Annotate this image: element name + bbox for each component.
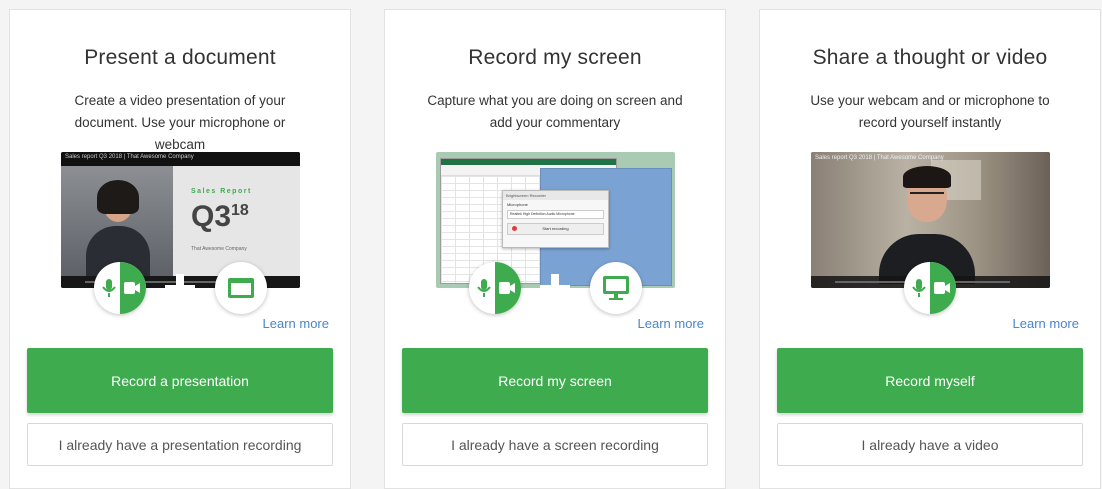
record-presentation-button[interactable]: Record a presentation bbox=[27, 348, 333, 413]
presenter-video bbox=[61, 166, 173, 276]
microphone-icon bbox=[912, 279, 926, 297]
learn-more-link[interactable]: Learn more bbox=[1013, 316, 1079, 331]
card-description: Create a video presentation of your docu… bbox=[74, 93, 286, 152]
existing-presentation-button[interactable]: I already have a presentation recording bbox=[27, 423, 333, 466]
card-present-document: Present a document Create a video presen… bbox=[9, 9, 351, 489]
mic-camera-toggle bbox=[904, 262, 956, 314]
recorder-dialog: Brightscreen Recorder Microphone Realtek… bbox=[502, 190, 609, 248]
window-icon bbox=[228, 278, 254, 298]
card-title: Share a thought or video bbox=[812, 46, 1048, 69]
thumbnail-caption: Sales report Q3 2018 | That Awesome Comp… bbox=[65, 154, 194, 160]
thumbnail-caption: Sales report Q3 2018 | That Awesome Comp… bbox=[815, 155, 944, 161]
existing-screen-recording-button[interactable]: I already have a screen recording bbox=[402, 423, 708, 466]
slide-preview: Sales Report Q318 That Awesome Company bbox=[173, 166, 300, 276]
card-record-screen: Record my screen Capture what you are do… bbox=[384, 9, 726, 489]
slide-company: That Awesome Company bbox=[191, 246, 247, 252]
document-window-circle bbox=[215, 262, 267, 314]
learn-more-link[interactable]: Learn more bbox=[263, 316, 329, 331]
microphone-icon bbox=[477, 279, 491, 297]
microphone-icon bbox=[102, 279, 116, 297]
record-myself-button[interactable]: Record myself bbox=[777, 348, 1083, 413]
slide-big-text: Q318 bbox=[191, 200, 249, 233]
video-camera-icon bbox=[499, 282, 515, 294]
card-share-thought: Share a thought or video Use your webcam… bbox=[759, 9, 1101, 489]
screen-monitor-circle bbox=[590, 262, 642, 314]
plus-icon bbox=[165, 274, 195, 304]
mic-camera-toggle bbox=[94, 262, 146, 314]
video-camera-icon bbox=[124, 282, 140, 294]
monitor-icon bbox=[603, 276, 629, 300]
video-camera-icon bbox=[934, 282, 950, 294]
card-description: Capture what you are doing on screen and… bbox=[427, 93, 683, 130]
card-title: Record my screen bbox=[468, 46, 642, 69]
plus-icon bbox=[540, 274, 570, 304]
mic-camera-toggle bbox=[469, 262, 521, 314]
card-title: Present a document bbox=[84, 46, 276, 69]
card-description: Use your webcam and or microphone to rec… bbox=[810, 93, 1050, 130]
slide-heading: Sales Report bbox=[191, 188, 252, 195]
learn-more-link[interactable]: Learn more bbox=[638, 316, 704, 331]
record-screen-button[interactable]: Record my screen bbox=[402, 348, 708, 413]
existing-video-button[interactable]: I already have a video bbox=[777, 423, 1083, 466]
